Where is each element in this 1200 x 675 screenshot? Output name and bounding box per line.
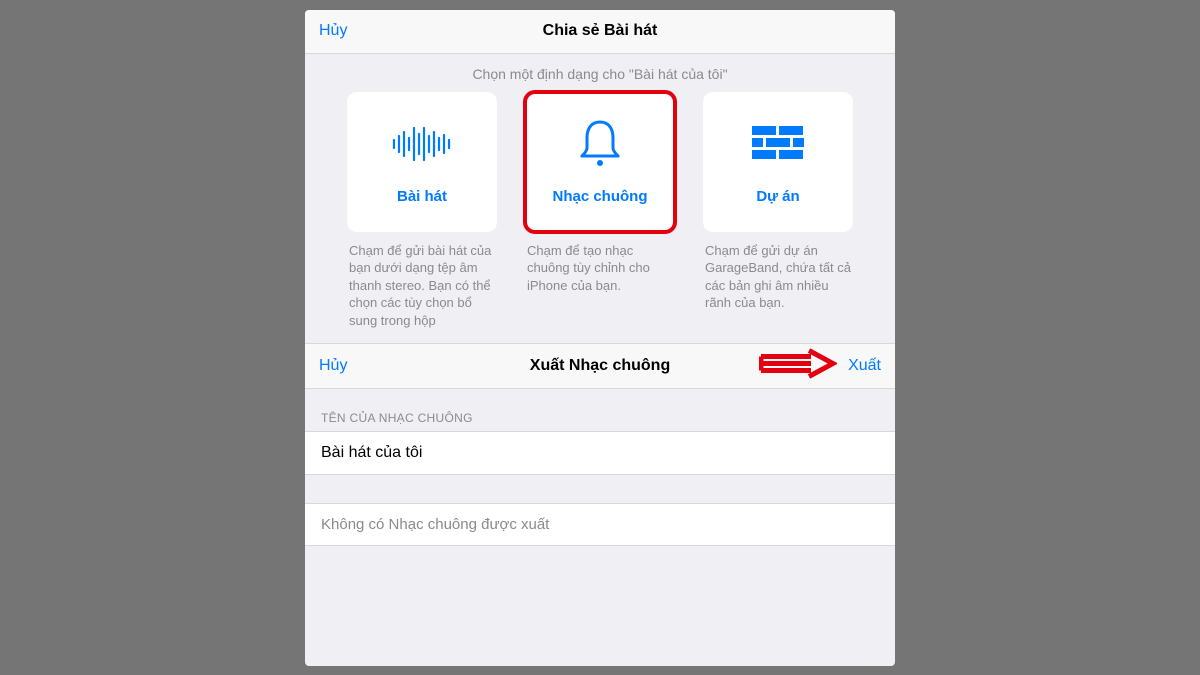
export-title: Xuất Nhạc chuông <box>530 357 670 375</box>
format-card-desc: Chạm để tạo nhạc chuông tùy chỉnh cho iP… <box>525 232 675 295</box>
format-card-project-wrap: Dự án Chạm để gửi dự án GarageBand, chứa… <box>703 92 853 330</box>
export-header: Hủy Xuất Nhạc chuông Xuất <box>305 343 895 389</box>
app-screen: Hủy Chia sẻ Bài hát Chọn một định dạng c… <box>305 10 895 666</box>
bell-icon <box>576 118 624 170</box>
export-button[interactable]: Xuất <box>848 357 881 375</box>
format-card-ringtone[interactable]: Nhạc chuông <box>525 92 675 232</box>
share-header: Hủy Chia sẻ Bài hát <box>305 10 895 54</box>
format-prompt: Chọn một định dạng cho "Bài hát của tôi" <box>305 54 895 92</box>
format-card-ringtone-wrap: Nhạc chuông Chạm để tạo nhạc chuông tùy … <box>525 92 675 330</box>
waveform-icon <box>390 118 454 170</box>
ringtone-name-field[interactable]: Bài hát của tôi <box>305 431 895 475</box>
format-card-desc: Chạm để gửi dự án GarageBand, chứa tất c… <box>703 232 853 312</box>
format-card-label: Bài hát <box>397 188 447 205</box>
annotation-arrow-icon <box>759 349 837 384</box>
exported-ringtones-empty: Không có Nhạc chuông được xuất <box>305 503 895 546</box>
format-card-song-wrap: Bài hát Chạm để gửi bài hát của bạn dưới… <box>347 92 497 330</box>
format-card-row: Bài hát Chạm để gửi bài hát của bạn dưới… <box>305 92 895 330</box>
format-card-label: Dự án <box>756 188 799 205</box>
share-title: Chia sẻ Bài hát <box>543 22 658 40</box>
format-card-label: Nhạc chuông <box>552 188 647 205</box>
format-card-desc: Chạm để gửi bài hát của bạn dưới dạng tệ… <box>347 232 497 330</box>
format-card-project[interactable]: Dự án <box>703 92 853 232</box>
bricks-icon <box>752 118 804 170</box>
format-card-song[interactable]: Bài hát <box>347 92 497 232</box>
cancel-button[interactable]: Hủy <box>319 22 347 40</box>
ringtone-name-section-label: TÊN CỦA NHẠC CHUÔNG <box>305 389 895 431</box>
export-cancel-button[interactable]: Hủy <box>319 357 347 375</box>
